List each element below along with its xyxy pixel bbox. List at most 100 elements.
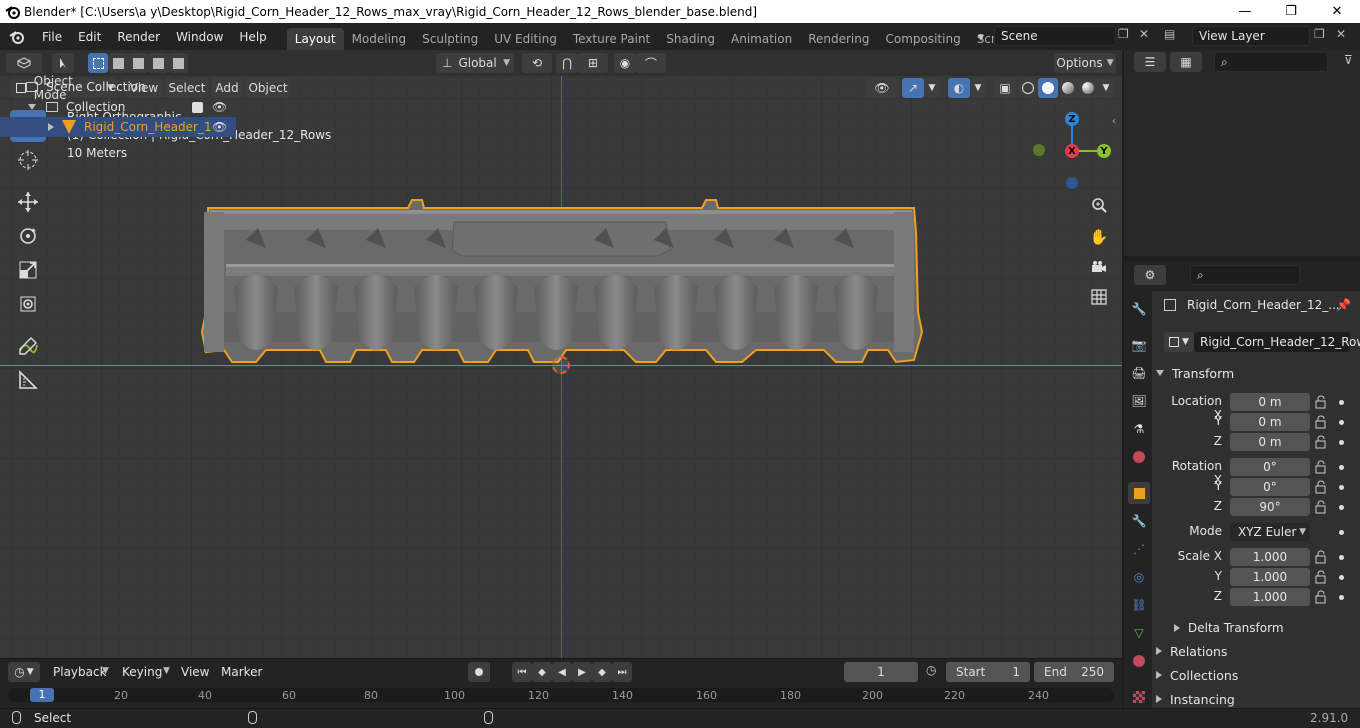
xray-toggle[interactable]: ▣ — [994, 78, 1016, 98]
tab-uv-editing[interactable]: UV Editing — [486, 28, 565, 50]
tab-layout[interactable]: Layout — [286, 27, 344, 50]
location-x-field[interactable]: 0 m — [1230, 393, 1310, 411]
keyframe-dot-icon[interactable] — [1339, 440, 1344, 445]
outliner-row-scene-collection[interactable]: Scene Collection — [0, 77, 236, 97]
lock-icon[interactable] — [1314, 590, 1328, 604]
tool-rotate[interactable] — [10, 220, 46, 252]
rotation-z-field[interactable]: 90° — [1230, 498, 1310, 516]
checkbox-icon[interactable] — [192, 101, 203, 113]
delete-view-layer-icon[interactable]: ✕ — [1336, 27, 1346, 41]
overlay-toggle[interactable]: ◐ — [948, 78, 970, 98]
keyframe-dot-icon[interactable] — [1339, 530, 1344, 535]
expand-icon[interactable] — [28, 104, 36, 110]
properties-editor-type-button[interactable]: ⚙ — [1134, 265, 1166, 285]
shading-rendered-button[interactable] — [1078, 78, 1098, 98]
minimize-button[interactable]: — — [1222, 0, 1268, 23]
corn-header-model[interactable] — [196, 192, 928, 370]
tab-world-icon[interactable] — [1128, 446, 1150, 468]
keyframe-dot-icon[interactable] — [1339, 575, 1344, 580]
keyframe-dot-icon[interactable] — [1339, 595, 1344, 600]
shading-wireframe-button[interactable] — [1018, 78, 1038, 98]
keyframe-dot-icon[interactable] — [1339, 420, 1344, 425]
scale-z-field[interactable]: 1.000 — [1230, 588, 1310, 606]
pan-hand-icon[interactable]: ✋ — [1086, 224, 1112, 250]
menu-render[interactable]: Render — [109, 26, 168, 48]
lock-icon[interactable] — [1314, 480, 1328, 494]
new-scene-icon[interactable]: ❐ — [1118, 27, 1129, 41]
tab-object-icon[interactable] — [1128, 482, 1150, 504]
editor-type-button[interactable] — [6, 53, 42, 73]
menu-edit[interactable]: Edit — [70, 26, 109, 48]
outliner-editor-type-button[interactable]: ☰ — [1134, 52, 1166, 72]
rotation-y-field[interactable]: 0° — [1230, 478, 1310, 496]
tab-rendering[interactable]: Rendering — [800, 28, 877, 50]
menu-window[interactable]: Window — [168, 26, 231, 48]
eye-icon[interactable]: 👁 — [212, 120, 227, 134]
rotation-x-field[interactable]: 0° — [1230, 458, 1310, 476]
jump-keyframe-forward-button[interactable]: ◆ — [592, 662, 612, 682]
view-layer-icon[interactable]: ▤ — [1164, 27, 1175, 41]
view-layer-field[interactable]: View Layer — [1192, 26, 1310, 46]
tab-view-layer-icon[interactable]: 🖼 — [1128, 390, 1150, 412]
instancing-panel-header[interactable]: Instancing — [1156, 688, 1356, 710]
tab-scene-icon[interactable]: ⚗ — [1128, 418, 1150, 440]
eye-icon[interactable]: 👁 — [212, 100, 227, 114]
keyframe-dot-icon[interactable] — [1339, 485, 1344, 490]
tool-annotate[interactable] — [10, 330, 46, 362]
pin-icon[interactable]: 📌 — [1336, 298, 1351, 312]
transform-orientation-dropdown[interactable]: ⊥ Global ▼ — [436, 53, 514, 73]
menu-file[interactable]: File — [34, 26, 70, 48]
gizmo-toggle[interactable]: ↗ — [902, 78, 924, 98]
snap-target-dropdown[interactable]: ⊞ — [578, 53, 608, 73]
new-view-layer-icon[interactable]: ❐ — [1314, 27, 1325, 41]
gizmo-z-axis[interactable]: Z — [1065, 112, 1079, 126]
playback-menu[interactable]: Playback — [53, 665, 107, 679]
overlay-dropdown[interactable]: ▼ — [970, 78, 986, 98]
play-button[interactable]: ▶ — [572, 662, 592, 682]
collections-panel-header[interactable]: Collections — [1156, 664, 1356, 686]
current-frame-indicator[interactable]: 1 — [30, 688, 54, 702]
select-mode-subtract-button[interactable] — [128, 53, 148, 73]
delta-transform-panel-header[interactable]: Delta Transform — [1174, 617, 1360, 639]
scale-x-field[interactable]: 1.000 — [1230, 548, 1310, 566]
shading-material-button[interactable] — [1058, 78, 1078, 98]
blender-menu-icon[interactable] — [0, 30, 34, 44]
tab-output-icon[interactable]: 🖨 — [1128, 362, 1150, 384]
filter-icon[interactable]: ⊽ — [1344, 53, 1353, 67]
tab-data-icon[interactable]: ▽ — [1128, 622, 1150, 644]
maximize-button[interactable]: ❐ — [1268, 0, 1314, 23]
delete-scene-icon[interactable]: ✕ — [1139, 27, 1149, 41]
marker-menu[interactable]: Marker — [221, 665, 262, 679]
shading-dropdown[interactable]: ▼ — [1098, 78, 1114, 98]
jump-keyframe-back-button[interactable]: ◆ — [532, 662, 552, 682]
tab-render-icon[interactable]: 📷 — [1128, 334, 1150, 356]
object-origin-icon[interactable] — [552, 356, 570, 374]
ortho-grid-icon[interactable] — [1086, 284, 1112, 310]
select-mode-new-button[interactable] — [88, 53, 108, 73]
tab-tool-icon[interactable]: 🔧 — [1128, 298, 1150, 320]
play-reverse-button[interactable]: ◀ — [552, 662, 572, 682]
transform-panel-header[interactable]: Transform — [1156, 362, 1356, 384]
lock-icon[interactable] — [1314, 415, 1328, 429]
outliner-row-object[interactable]: Rigid_Corn_Header_1 👁 — [0, 117, 236, 137]
tab-particles-icon[interactable]: ⋰ — [1128, 538, 1150, 560]
scale-y-field[interactable]: 1.000 — [1230, 568, 1310, 586]
rotation-mode-dropdown[interactable]: XYZ Euler ▼ — [1230, 523, 1310, 541]
tab-texture-paint[interactable]: Texture Paint — [565, 28, 658, 50]
location-y-field[interactable]: 0 m — [1230, 413, 1310, 431]
lock-icon[interactable] — [1314, 570, 1328, 584]
tool-cursor[interactable] — [10, 144, 46, 176]
object-datablock-icon[interactable]: ▼ — [1164, 332, 1194, 352]
proportional-falloff-dropdown[interactable]: ⌒ — [636, 53, 666, 73]
end-frame-field[interactable]: End 250 — [1034, 662, 1114, 682]
zoom-icon[interactable] — [1086, 192, 1112, 218]
tab-animation[interactable]: Animation — [723, 28, 800, 50]
current-frame-field[interactable]: 1 — [844, 662, 918, 682]
object-menu[interactable]: Object — [246, 78, 290, 98]
object-name-field[interactable]: Rigid_Corn_Header_12_Rows — [1194, 332, 1360, 352]
tool-transform[interactable] — [10, 288, 46, 320]
relations-panel-header[interactable]: Relations — [1156, 640, 1356, 662]
keyframe-dot-icon[interactable] — [1339, 505, 1344, 510]
select-box-tool-button[interactable] — [52, 53, 74, 73]
keyframe-dot-icon[interactable] — [1339, 400, 1344, 405]
